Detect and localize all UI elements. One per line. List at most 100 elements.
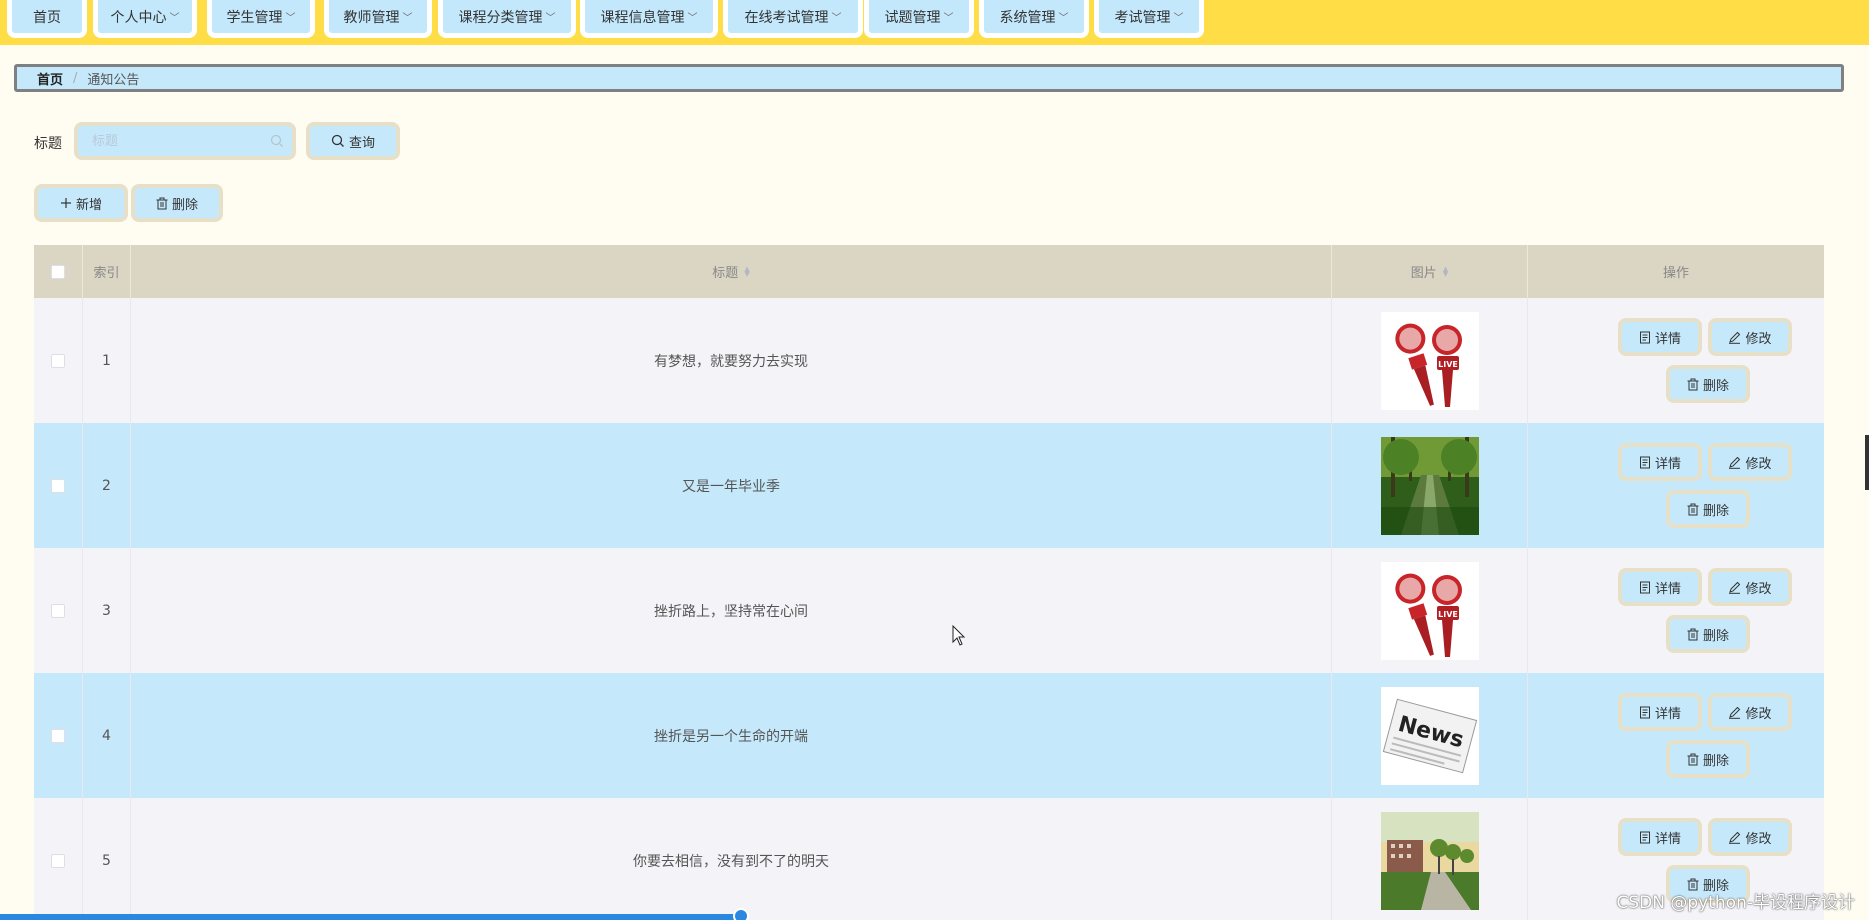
trash-icon [1687, 378, 1699, 390]
row-title-cell: 有梦想，就要努力去实现 [131, 298, 1332, 423]
row-index-cell: 2 [83, 423, 131, 548]
nav-item-exam-management[interactable]: 考试管理 ﹀ [1094, 0, 1204, 38]
row-actions-cell: 详情 修改 删除 [1528, 548, 1824, 673]
detail-button[interactable]: 详情 [1618, 443, 1702, 481]
row-image[interactable]: LIVE [1380, 311, 1479, 410]
delete-button[interactable]: 删除 [1666, 615, 1750, 653]
trash-icon [1687, 753, 1699, 765]
row-title: 挫折是另一个生命的开端 [654, 728, 808, 745]
row-image-cell: News [1332, 673, 1528, 798]
select-all-checkbox[interactable] [51, 264, 65, 279]
row-image-cell [1332, 798, 1528, 920]
row-title: 有梦想，就要努力去实现 [654, 353, 808, 370]
nav-item-course-info-management[interactable]: 课程信息管理 ﹀ [580, 0, 718, 38]
delete-button-label: 删除 [1702, 503, 1729, 519]
mouse-cursor-icon [952, 625, 966, 646]
delete-button-label: 删除 [1702, 628, 1729, 644]
row-index: 2 [102, 477, 111, 494]
detail-button[interactable]: 详情 [1618, 318, 1702, 356]
detail-button-label: 详情 [1654, 331, 1681, 347]
row-select-cell [34, 298, 83, 423]
row-image[interactable] [1380, 811, 1479, 910]
nav-item-online-exam-management[interactable]: 在线考试管理 ﹀ [723, 0, 863, 38]
delete-button[interactable]: 删除 [1666, 740, 1750, 778]
row-index-cell: 5 [83, 798, 131, 920]
header-title[interactable]: 标题 ▲ ▼ [131, 245, 1332, 298]
nav-item-personal-center[interactable]: 个人中心 ﹀ [93, 0, 197, 38]
edit-button[interactable]: 修改 [1708, 568, 1792, 606]
horizontal-scrollbar-handle[interactable] [733, 908, 749, 920]
search-button[interactable]: 查询 [306, 122, 400, 160]
row-title: 又是一年毕业季 [682, 478, 780, 495]
delete-button[interactable]: 删除 [1666, 365, 1750, 403]
edit-button-label: 修改 [1745, 581, 1772, 597]
nav-item-label: 学生管理 [226, 9, 283, 26]
edit-button-label: 修改 [1745, 831, 1772, 847]
row-image[interactable] [1380, 436, 1479, 535]
row-image[interactable]: LIVE [1380, 561, 1479, 660]
header-select-all-cell [34, 245, 83, 298]
row-checkbox[interactable] [51, 353, 65, 368]
microphone-live-image: LIVE [1380, 561, 1479, 660]
header-actions: 操作 [1528, 245, 1824, 298]
batch-delete-button[interactable]: 删除 [131, 184, 223, 222]
edit-button[interactable]: 修改 [1708, 693, 1792, 731]
nav-item-label: 课程分类管理 [458, 9, 543, 26]
chevron-down-icon: ﹀ [1173, 13, 1184, 24]
edit-button[interactable]: 修改 [1708, 443, 1792, 481]
chevron-down-icon: ﹀ [687, 13, 698, 24]
nav-item-label: 考试管理 [1114, 9, 1171, 26]
breadcrumb-home[interactable]: 首页 [37, 69, 63, 88]
row-index-cell: 3 [83, 548, 131, 673]
table-row: 1 有梦想，就要努力去实现 LIVE 详情 修改 删除 [34, 298, 1824, 423]
nav-item-home[interactable]: 首页 [7, 0, 87, 38]
chevron-down-icon: ﹀ [943, 13, 954, 24]
row-title-cell: 又是一年毕业季 [131, 423, 1332, 548]
row-image[interactable]: News [1380, 686, 1479, 785]
sort-icon[interactable]: ▲ ▼ [744, 265, 749, 277]
delete-button[interactable]: 删除 [1666, 490, 1750, 528]
row-actions-cell: 详情 修改 删除 [1528, 673, 1824, 798]
row-checkbox[interactable] [51, 478, 65, 493]
edit-icon [1729, 831, 1741, 844]
edit-button[interactable]: 修改 [1708, 318, 1792, 356]
nav-item-label: 系统管理 [999, 9, 1056, 26]
row-checkbox[interactable] [51, 728, 65, 743]
row-index: 3 [102, 602, 111, 619]
row-checkbox[interactable] [51, 603, 65, 618]
edit-icon [1729, 706, 1741, 719]
table-row: 3 挫折路上，坚持常在心间 LIVE 详情 修改 删除 [34, 548, 1824, 673]
search-input[interactable] [78, 126, 292, 156]
detail-button[interactable]: 详情 [1618, 568, 1702, 606]
header-image[interactable]: 图片 ▲ ▼ [1332, 245, 1528, 298]
nav-item-label: 在线考试管理 [744, 9, 829, 26]
sort-icon[interactable]: ▲ ▼ [1443, 265, 1448, 277]
row-index-cell: 1 [83, 298, 131, 423]
nav-item-course-category-management[interactable]: 课程分类管理 ﹀ [438, 0, 576, 38]
document-icon [1639, 581, 1650, 593]
microphone-live-image: LIVE [1380, 311, 1479, 410]
add-button[interactable]: 新增 [34, 184, 128, 222]
row-checkbox[interactable] [51, 853, 65, 868]
search-icon [270, 134, 283, 147]
search-button-label: 查询 [348, 135, 375, 151]
row-title: 你要去相信，没有到不了的明天 [633, 853, 829, 870]
delete-button-label: 删除 [1702, 378, 1729, 394]
chevron-down-icon: ﹀ [402, 13, 413, 24]
nav-item-label: 教师管理 [343, 9, 400, 26]
horizontal-scrollbar[interactable] [0, 914, 740, 920]
nav-item-label: 试题管理 [884, 9, 941, 26]
detail-button[interactable]: 详情 [1618, 693, 1702, 731]
nav-item-system-management[interactable]: 系统管理 ﹀ [979, 0, 1089, 38]
nav-item-teacher-management[interactable]: 教师管理 ﹀ [324, 0, 432, 38]
detail-button-label: 详情 [1654, 706, 1681, 722]
row-select-cell [34, 798, 83, 920]
nav-item-question-management[interactable]: 试题管理 ﹀ [864, 0, 974, 38]
nav-item-student-management[interactable]: 学生管理 ﹀ [207, 0, 315, 38]
edit-icon [1729, 331, 1741, 344]
document-icon [1639, 456, 1650, 468]
vertical-scrollbar[interactable] [1865, 435, 1869, 490]
edit-button[interactable]: 修改 [1708, 818, 1792, 856]
detail-button[interactable]: 详情 [1618, 818, 1702, 856]
table-row: 5 你要去相信，没有到不了的明天 详情 修改 删除 [34, 798, 1824, 920]
